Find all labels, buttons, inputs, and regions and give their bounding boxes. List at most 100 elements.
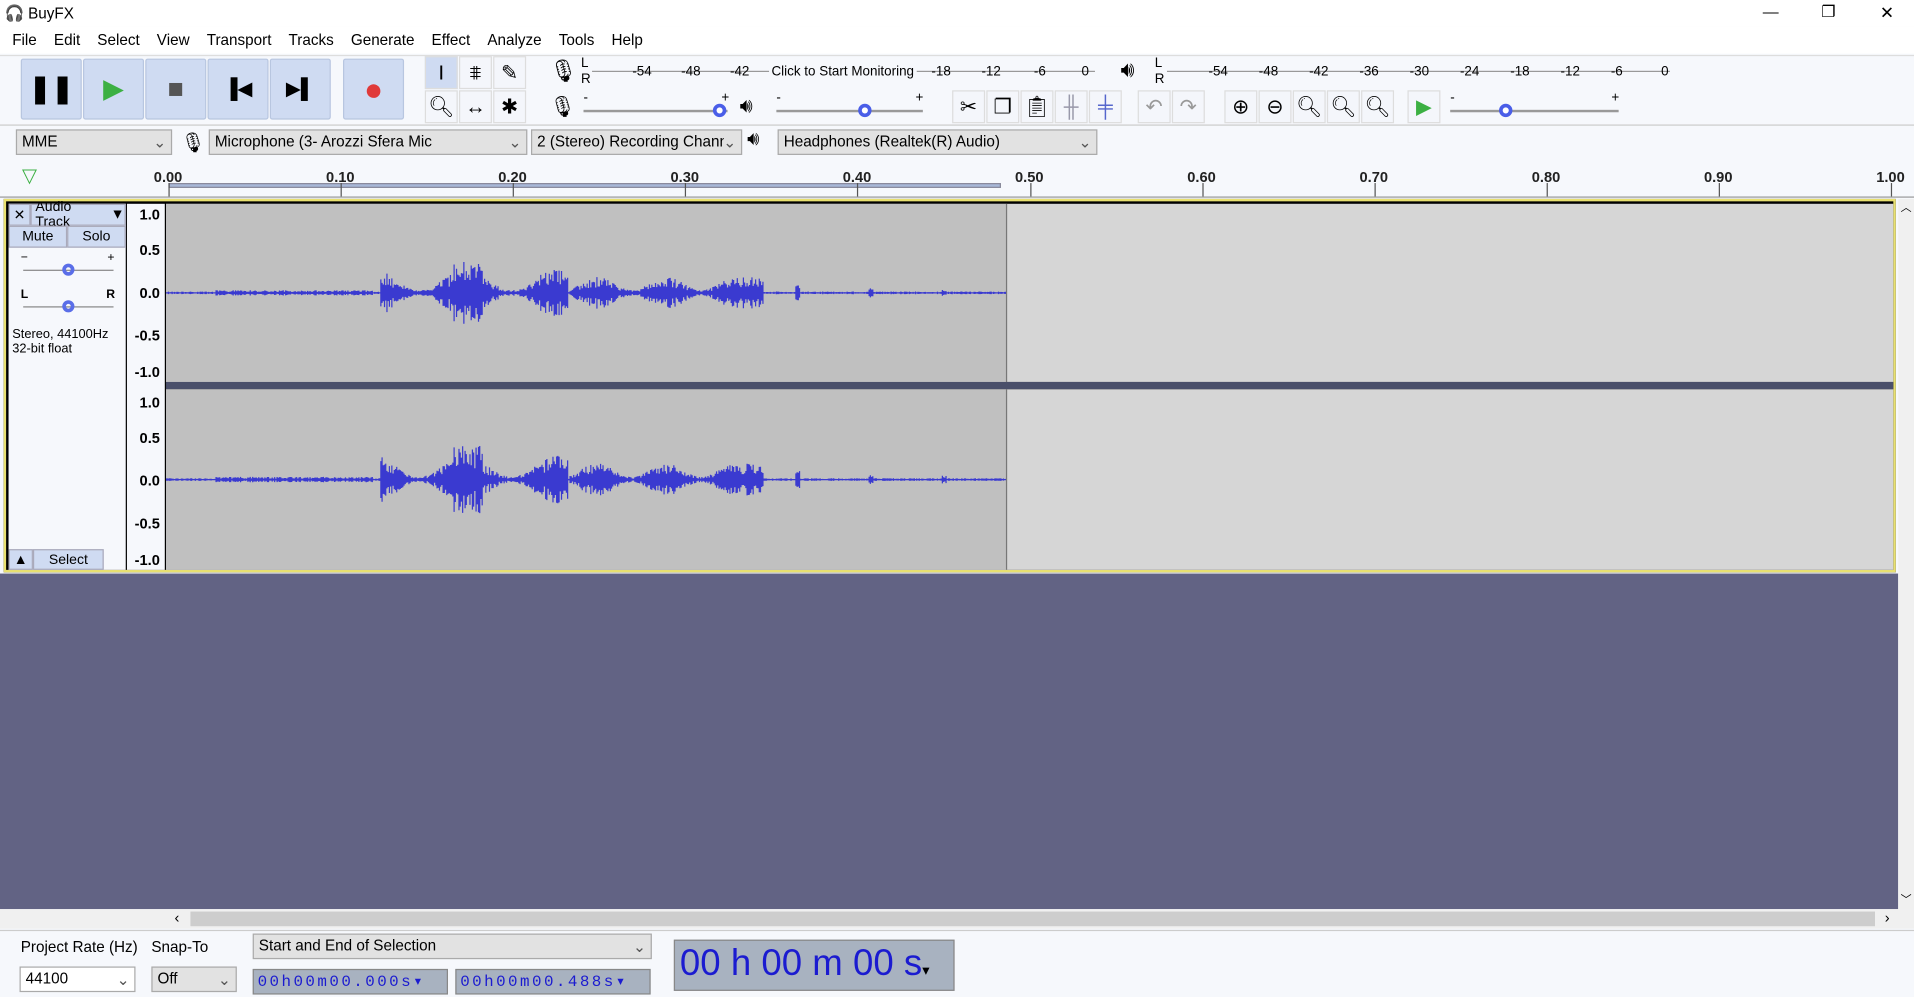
scissors-icon: ✂: [959, 94, 978, 118]
zoom-in-icon: ⊕: [1232, 94, 1250, 118]
zoom-in-button[interactable]: ⊕: [1224, 90, 1258, 124]
scroll-up-icon[interactable]: ︿: [1901, 199, 1912, 215]
playback-volume-slider[interactable]: [776, 109, 923, 113]
snap-to-select[interactable]: Off ⌄: [151, 966, 237, 993]
fit-project-button[interactable]: 🔍︎: [1326, 90, 1360, 124]
play-meter-tick: -36: [1359, 64, 1379, 80]
fit-selection-button[interactable]: 🔍︎: [1292, 90, 1326, 124]
zoom-toggle-button[interactable]: 🔍︎: [1361, 90, 1395, 124]
vertical-scrollbar[interactable]: ︿ ﹀: [1898, 198, 1914, 910]
magnifier-icon: 🔍︎: [428, 94, 455, 118]
recording-device-select[interactable]: Microphone (3- Arozzi Sfera Mic ⌄: [208, 129, 528, 155]
paste-button[interactable]: 📋︎: [1020, 90, 1054, 124]
fit-project-icon: 🔍︎: [1330, 94, 1357, 118]
multi-tool[interactable]: ✱: [493, 90, 527, 124]
empty-track-area[interactable]: [0, 573, 1899, 910]
close-track-button[interactable]: ✕: [8, 203, 31, 226]
recording-channels-select[interactable]: 2 (Stereo) Recording Chann ⌄: [531, 129, 743, 155]
record-volume-slider[interactable]: [583, 109, 728, 113]
microphone-icon[interactable]: 🎙︎: [549, 59, 577, 85]
cut-button[interactable]: ✂: [952, 90, 986, 124]
waveform-left-channel[interactable]: [165, 203, 1894, 382]
stop-button[interactable]: ■: [145, 58, 207, 120]
start-monitoring-label[interactable]: Click to Start Monitoring: [769, 64, 917, 80]
menu-select[interactable]: Select: [89, 32, 149, 49]
play-speed-slider[interactable]: [1450, 109, 1619, 113]
trim-button[interactable]: ╫: [1054, 90, 1088, 124]
selection-start-time[interactable]: 00h00m00.000s▾: [252, 968, 448, 995]
slider-minus: -: [1450, 90, 1455, 105]
asterisk-icon: ✱: [500, 94, 519, 118]
playback-volume-thumb[interactable]: [858, 103, 872, 118]
close-button[interactable]: ✕: [1880, 2, 1894, 23]
selection-range-bar[interactable]: [168, 183, 1001, 188]
play-meter-tick: -18: [1510, 64, 1530, 80]
zoom-out-button[interactable]: ⊖: [1258, 90, 1292, 124]
time-shift-tool[interactable]: ↔: [458, 90, 492, 124]
rec-meter-tick: -6: [1033, 64, 1046, 80]
scroll-right-icon[interactable]: ›: [1885, 909, 1890, 926]
menu-help[interactable]: Help: [603, 32, 651, 49]
audio-host-select[interactable]: MME ⌄: [15, 129, 173, 155]
pan-thumb[interactable]: [62, 300, 75, 313]
redo-button[interactable]: ↷: [1171, 90, 1205, 124]
audio-position-display[interactable]: 00 h 00 m 00 s▾: [673, 939, 955, 991]
project-rate-select[interactable]: 44100 ⌄: [19, 966, 136, 993]
menu-tracks[interactable]: Tracks: [280, 32, 342, 49]
audio-track[interactable]: ✕ Audio Track ▼ Mute Solo − + L R Stereo,…: [3, 198, 1896, 573]
menu-transport[interactable]: Transport: [198, 32, 280, 49]
menu-file[interactable]: File: [4, 32, 46, 49]
record-volume-thumb[interactable]: [712, 103, 727, 118]
collapse-track-button[interactable]: ▲: [8, 549, 33, 570]
speaker-icon[interactable]: 🔊︎: [1121, 57, 1135, 83]
gain-thumb[interactable]: [62, 263, 75, 276]
zoom-tool[interactable]: 🔍︎: [424, 90, 458, 124]
pause-button[interactable]: ❚❚: [20, 58, 82, 120]
menu-effect[interactable]: Effect: [423, 32, 479, 49]
play-speed-thumb[interactable]: [1499, 103, 1513, 118]
selection-tool[interactable]: I: [424, 56, 458, 90]
envelope-tool[interactable]: ⩨: [458, 56, 492, 90]
timeline-ruler[interactable]: ▽ 0.00 0.10 0.20 0.30 0.40 0.50 0.60 0.70 0.80 0.…: [0, 161, 1914, 198]
play-at-speed-button[interactable]: ▶: [1407, 90, 1441, 124]
menu-analyze[interactable]: Analyze: [479, 32, 550, 49]
track-menu-button[interactable]: Audio Track ▼: [30, 200, 126, 229]
channel-divider[interactable]: [166, 381, 1894, 390]
restore-button[interactable]: ❐: [1821, 2, 1835, 22]
skip-to-start-button[interactable]: ▐◀: [207, 58, 269, 120]
playback-device-select[interactable]: Headphones (Realtek(R) Audio) ⌄: [777, 129, 1098, 155]
menu-generate[interactable]: Generate: [342, 32, 423, 49]
minimize-button[interactable]: —: [1763, 2, 1779, 20]
mute-button[interactable]: Mute: [8, 225, 68, 248]
ruler-tick: [512, 183, 515, 197]
meter-right-label: R: [1154, 71, 1165, 87]
scroll-down-icon[interactable]: ﹀: [1901, 891, 1912, 907]
rec-meter-tick: -18: [931, 64, 951, 80]
zoom-out-icon: ⊖: [1266, 94, 1284, 118]
ruler-tick: [1890, 183, 1893, 197]
menu-view[interactable]: View: [148, 32, 198, 49]
play-button[interactable]: ▶: [83, 58, 145, 120]
amplitude-label: -1.0: [134, 363, 160, 381]
amplitude-label: 0.5: [139, 429, 160, 447]
scrollbar-thumb[interactable]: [190, 911, 1875, 927]
skip-to-end-button[interactable]: ▶▌: [269, 58, 331, 120]
menu-edit[interactable]: Edit: [45, 32, 88, 49]
amplitude-label: 0.0: [139, 472, 160, 490]
copy-button[interactable]: ❐: [986, 90, 1020, 124]
solo-button[interactable]: Solo: [67, 225, 126, 248]
undo-button[interactable]: ↶: [1137, 90, 1171, 124]
record-button[interactable]: ●: [343, 58, 405, 120]
rec-meter-tick: -54: [632, 64, 652, 80]
selection-mode-select[interactable]: Start and End of Selection ⌄: [252, 933, 652, 960]
menu-tools[interactable]: Tools: [550, 32, 603, 49]
waveform-right-channel[interactable]: [165, 389, 1894, 570]
skip-end-icon: ▶▌: [285, 79, 315, 101]
draw-tool[interactable]: ✎: [493, 56, 527, 90]
selection-end-time[interactable]: 00h00m00.488s▾: [455, 968, 651, 995]
horizontal-scrollbar[interactable]: ‹ ›: [0, 909, 1914, 929]
play-head-triangle-icon[interactable]: ▽: [22, 164, 37, 188]
scroll-left-icon[interactable]: ‹: [175, 909, 180, 926]
silence-button[interactable]: ╪: [1088, 90, 1122, 124]
select-track-button[interactable]: Select: [32, 549, 104, 570]
